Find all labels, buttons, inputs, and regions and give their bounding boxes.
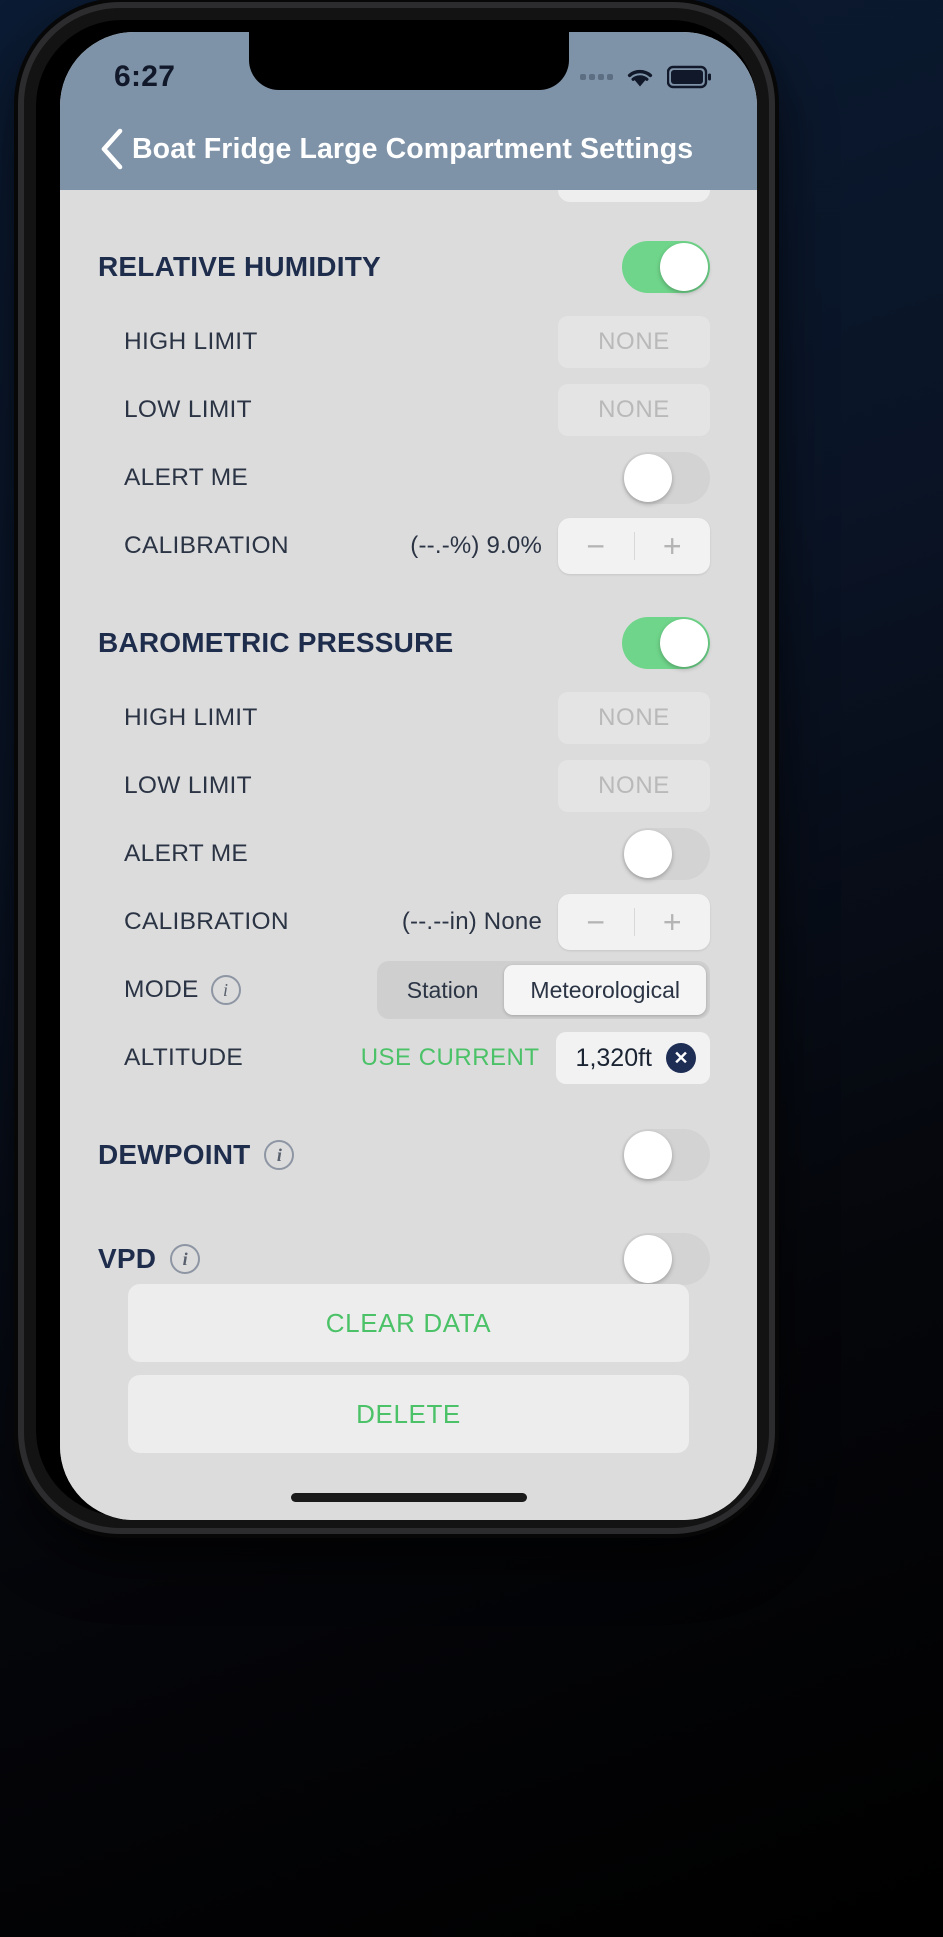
bp-altitude-input[interactable]: 1,320ft ✕ [555,1032,710,1084]
toggle-knob [624,830,672,878]
rh-calibration-minus-button[interactable]: − [558,518,634,574]
vpd-toggle[interactable] [622,1233,710,1285]
bp-mode-option-meteorological[interactable]: Meteorological [504,965,706,1015]
barometric-pressure-toggle[interactable] [622,617,710,669]
toggle-knob [624,1131,672,1179]
settings-scroll-area[interactable]: RELATIVE HUMIDITY HIGH LIMIT NONE LOW LI… [60,190,757,1520]
toggle-knob [624,1235,672,1283]
delete-button[interactable]: DELETE [128,1375,689,1453]
rh-calibration-stepper: − + [558,518,710,574]
status-bar-indicators [580,65,711,89]
status-bar-time: 6:27 [114,60,176,93]
bp-mode-segmented-control: Station Meteorological [376,961,710,1019]
vpd-label-group: VPD i [98,1243,201,1275]
section-relative-humidity: RELATIVE HUMIDITY HIGH LIMIT NONE LOW LI… [60,226,757,580]
bp-high-limit-label: HIGH LIMIT [124,704,258,731]
bp-altitude-row: ALTITUDE USE CURRENT 1,320ft ✕ [60,1024,757,1092]
rh-high-limit-row[interactable]: HIGH LIMIT NONE [60,308,757,376]
phone-device-frame: 6:27 Boat Fridge Large Compartment Setti… [24,8,769,1528]
rh-alert-me-toggle[interactable] [622,452,710,504]
bp-altitude-label: ALTITUDE [124,1044,244,1071]
vpd-info-icon[interactable]: i [170,1244,201,1274]
navigation-bar: Boat Fridge Large Compartment Settings [60,108,757,190]
rh-high-limit-value[interactable]: NONE [558,316,710,368]
bp-mode-label: MODE [124,976,199,1003]
dewpoint-info-icon[interactable]: i [264,1140,295,1170]
phone-screen: 6:27 Boat Fridge Large Compartment Setti… [60,32,757,1520]
toggle-knob [624,454,672,502]
bp-high-limit-row[interactable]: HIGH LIMIT NONE [60,684,757,752]
rh-calibration-label: CALIBRATION [124,532,289,559]
bp-calibration-label: CALIBRATION [124,908,289,935]
rh-calibration-row: CALIBRATION (--.-%) 9.0% − + [60,512,757,580]
toggle-knob [660,243,708,291]
battery-full-icon [667,65,711,89]
rh-calibration-readout: (--.-%) 9.0% [410,532,542,559]
bp-high-limit-value[interactable]: NONE [558,692,710,744]
bp-mode-option-station[interactable]: Station [381,965,505,1015]
bp-altitude-use-current-button[interactable]: USE CURRENT [361,1044,540,1072]
scrolled-offscreen-field [558,190,710,202]
rh-low-limit-value[interactable]: NONE [558,384,710,436]
bp-calibration-minus-button[interactable]: − [558,894,634,950]
toggle-knob [660,619,708,667]
bp-mode-info-icon[interactable]: i [210,975,241,1005]
rh-alert-me-label: ALERT ME [124,464,249,491]
relative-humidity-header-row: RELATIVE HUMIDITY [60,226,757,308]
relative-humidity-title: RELATIVE HUMIDITY [98,251,381,282]
dewpoint-toggle[interactable] [622,1129,710,1181]
desktop-backdrop: 6:27 Boat Fridge Large Compartment Setti… [0,0,943,1937]
bp-mode-label-group: MODE i [124,975,241,1005]
bp-low-limit-value[interactable]: NONE [558,760,710,812]
bp-calibration-readout: (--.--in) None [401,908,542,935]
rh-alert-me-row: ALERT ME [60,444,757,512]
clear-circle-icon[interactable]: ✕ [666,1043,696,1073]
bp-calibration-row: CALIBRATION (--.--in) None − + [60,888,757,956]
bp-low-limit-label: LOW LIMIT [124,772,252,799]
signal-dots-icon [580,74,613,80]
home-indicator[interactable] [290,1493,527,1502]
wifi-icon [627,69,653,87]
section-dewpoint: DEWPOINT i [60,1114,757,1196]
vpd-title: VPD [98,1243,157,1274]
rh-low-limit-label: LOW LIMIT [124,396,252,423]
bp-alert-me-label: ALERT ME [124,840,249,867]
bp-calibration-stepper: − + [558,894,710,950]
display-notch [248,32,569,90]
dewpoint-label-group: DEWPOINT i [98,1139,295,1171]
bp-mode-row: MODE i Station Meteorological [60,956,757,1024]
rh-high-limit-label: HIGH LIMIT [124,328,258,355]
barometric-pressure-title: BAROMETRIC PRESSURE [98,627,454,658]
clear-data-button[interactable]: CLEAR DATA [128,1284,689,1362]
chevron-left-icon [101,128,123,170]
back-button[interactable] [84,121,140,177]
page-title: Boat Fridge Large Compartment Settings [132,132,694,165]
rh-calibration-plus-button[interactable]: + [635,518,711,574]
bp-altitude-value: 1,320ft [575,1043,652,1072]
bp-calibration-plus-button[interactable]: + [635,894,711,950]
section-barometric-pressure: BAROMETRIC PRESSURE HIGH LIMIT NONE LOW … [60,602,757,1092]
bottom-action-buttons: CLEAR DATA DELETE [60,1284,757,1466]
relative-humidity-toggle[interactable] [622,241,710,293]
dewpoint-title: DEWPOINT [98,1139,251,1170]
rh-low-limit-row[interactable]: LOW LIMIT NONE [60,376,757,444]
bp-alert-me-row: ALERT ME [60,820,757,888]
bp-alert-me-toggle[interactable] [622,828,710,880]
bp-low-limit-row[interactable]: LOW LIMIT NONE [60,752,757,820]
barometric-pressure-header-row: BAROMETRIC PRESSURE [60,602,757,684]
